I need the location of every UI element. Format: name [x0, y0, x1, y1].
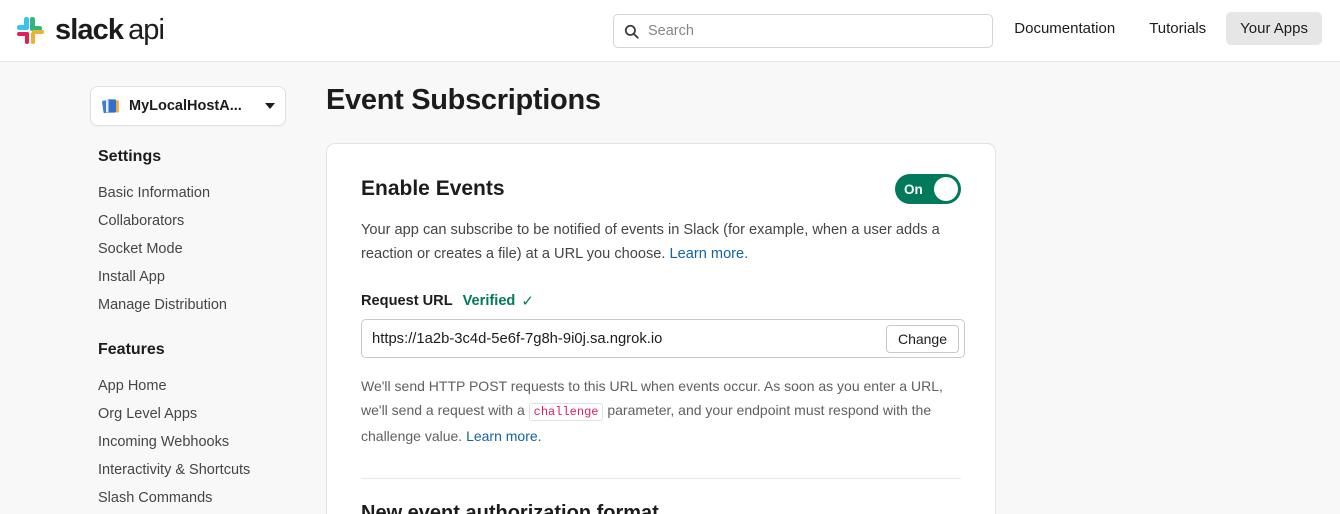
challenge-code-chip: challenge: [528, 403, 604, 421]
nav-documentation[interactable]: Documentation: [1000, 12, 1129, 45]
sidebar-item-collaborators[interactable]: Collaborators: [98, 207, 300, 235]
sidebar-item-org-level-apps[interactable]: Org Level Apps: [98, 400, 300, 428]
enable-events-description-text: Your app can subscribe to be notified of…: [361, 222, 940, 262]
search-container: [613, 14, 993, 48]
section-divider: [361, 478, 961, 479]
help-learn-more-link[interactable]: Learn more.: [466, 428, 541, 444]
brand-wordmark: slack api: [55, 14, 165, 46]
page-body: MyLocalHostA... Settings Basic Informati…: [0, 62, 1340, 514]
sidebar-item-incoming-webhooks[interactable]: Incoming Webhooks: [98, 428, 300, 456]
toggle-knob: [934, 177, 958, 201]
app-switcher-label: MyLocalHostA...: [129, 98, 242, 114]
enable-events-header: Enable Events On: [361, 174, 961, 204]
enable-events-description: Your app can subscribe to be notified of…: [361, 218, 941, 266]
search-icon: [624, 24, 639, 39]
request-url-status-badge: Verified: [462, 293, 516, 309]
header-nav: Documentation Tutorials Your Apps: [1000, 12, 1322, 45]
sidebar-item-install-app[interactable]: Install App: [98, 263, 300, 291]
app-switcher[interactable]: MyLocalHostA...: [90, 86, 286, 126]
search-input[interactable]: [648, 23, 982, 39]
sidebar-item-basic-information[interactable]: Basic Information: [98, 179, 300, 207]
page-title: Event Subscriptions: [326, 84, 601, 116]
slack-logo-icon: [16, 16, 46, 46]
request-url-help-text: We'll send HTTP POST requests to this UR…: [361, 374, 951, 448]
sidebar-item-interactivity-shortcuts[interactable]: Interactivity & Shortcuts: [98, 456, 300, 484]
sidebar-item-slash-commands[interactable]: Slash Commands: [98, 484, 300, 512]
books-app-icon: [102, 99, 119, 114]
wordmark-slack: slack: [55, 14, 124, 46]
sidebar-section-settings: Settings Basic Information Collaborators…: [98, 148, 300, 319]
sidebar-heading-features: Features: [98, 341, 165, 358]
nav-tutorials[interactable]: Tutorials: [1135, 12, 1220, 45]
site-header: slackapi Documentation Tutorials Your Ap…: [0, 0, 1340, 62]
enable-events-toggle[interactable]: On: [895, 174, 961, 204]
search-box[interactable]: [613, 14, 993, 48]
request-url-label-row: Request URL Verified ✓: [361, 292, 961, 310]
nav-your-apps[interactable]: Your Apps: [1226, 12, 1322, 45]
new-event-auth-format-title: New event authorization format: [361, 502, 659, 514]
sidebar-section-features: Features App Home Org Level Apps Incomin…: [98, 341, 300, 514]
wordmark-api: api: [128, 14, 165, 46]
check-icon: ✓: [521, 293, 534, 310]
toggle-state-label: On: [904, 181, 923, 197]
sidebar-item-app-home[interactable]: App Home: [98, 372, 300, 400]
sidebar: MyLocalHostA... Settings Basic Informati…: [0, 62, 300, 514]
request-url-input[interactable]: [372, 330, 886, 347]
enable-events-card: Enable Events On Your app can subscribe …: [326, 143, 996, 514]
brand-logo-link[interactable]: slack api: [16, 14, 165, 46]
enable-events-learn-more-link[interactable]: Learn more.: [670, 246, 749, 262]
request-url-field[interactable]: Change: [361, 319, 965, 358]
chevron-down-icon: [265, 103, 275, 109]
sidebar-item-manage-distribution[interactable]: Manage Distribution: [98, 291, 300, 319]
sidebar-heading-settings: Settings: [98, 148, 162, 165]
request-url-label: Request URL: [361, 293, 453, 309]
main-content: Event Subscriptions Enable Events On You…: [300, 62, 1340, 514]
enable-events-title: Enable Events: [361, 177, 505, 200]
sidebar-item-socket-mode[interactable]: Socket Mode: [98, 235, 300, 263]
change-url-button[interactable]: Change: [885, 324, 959, 353]
